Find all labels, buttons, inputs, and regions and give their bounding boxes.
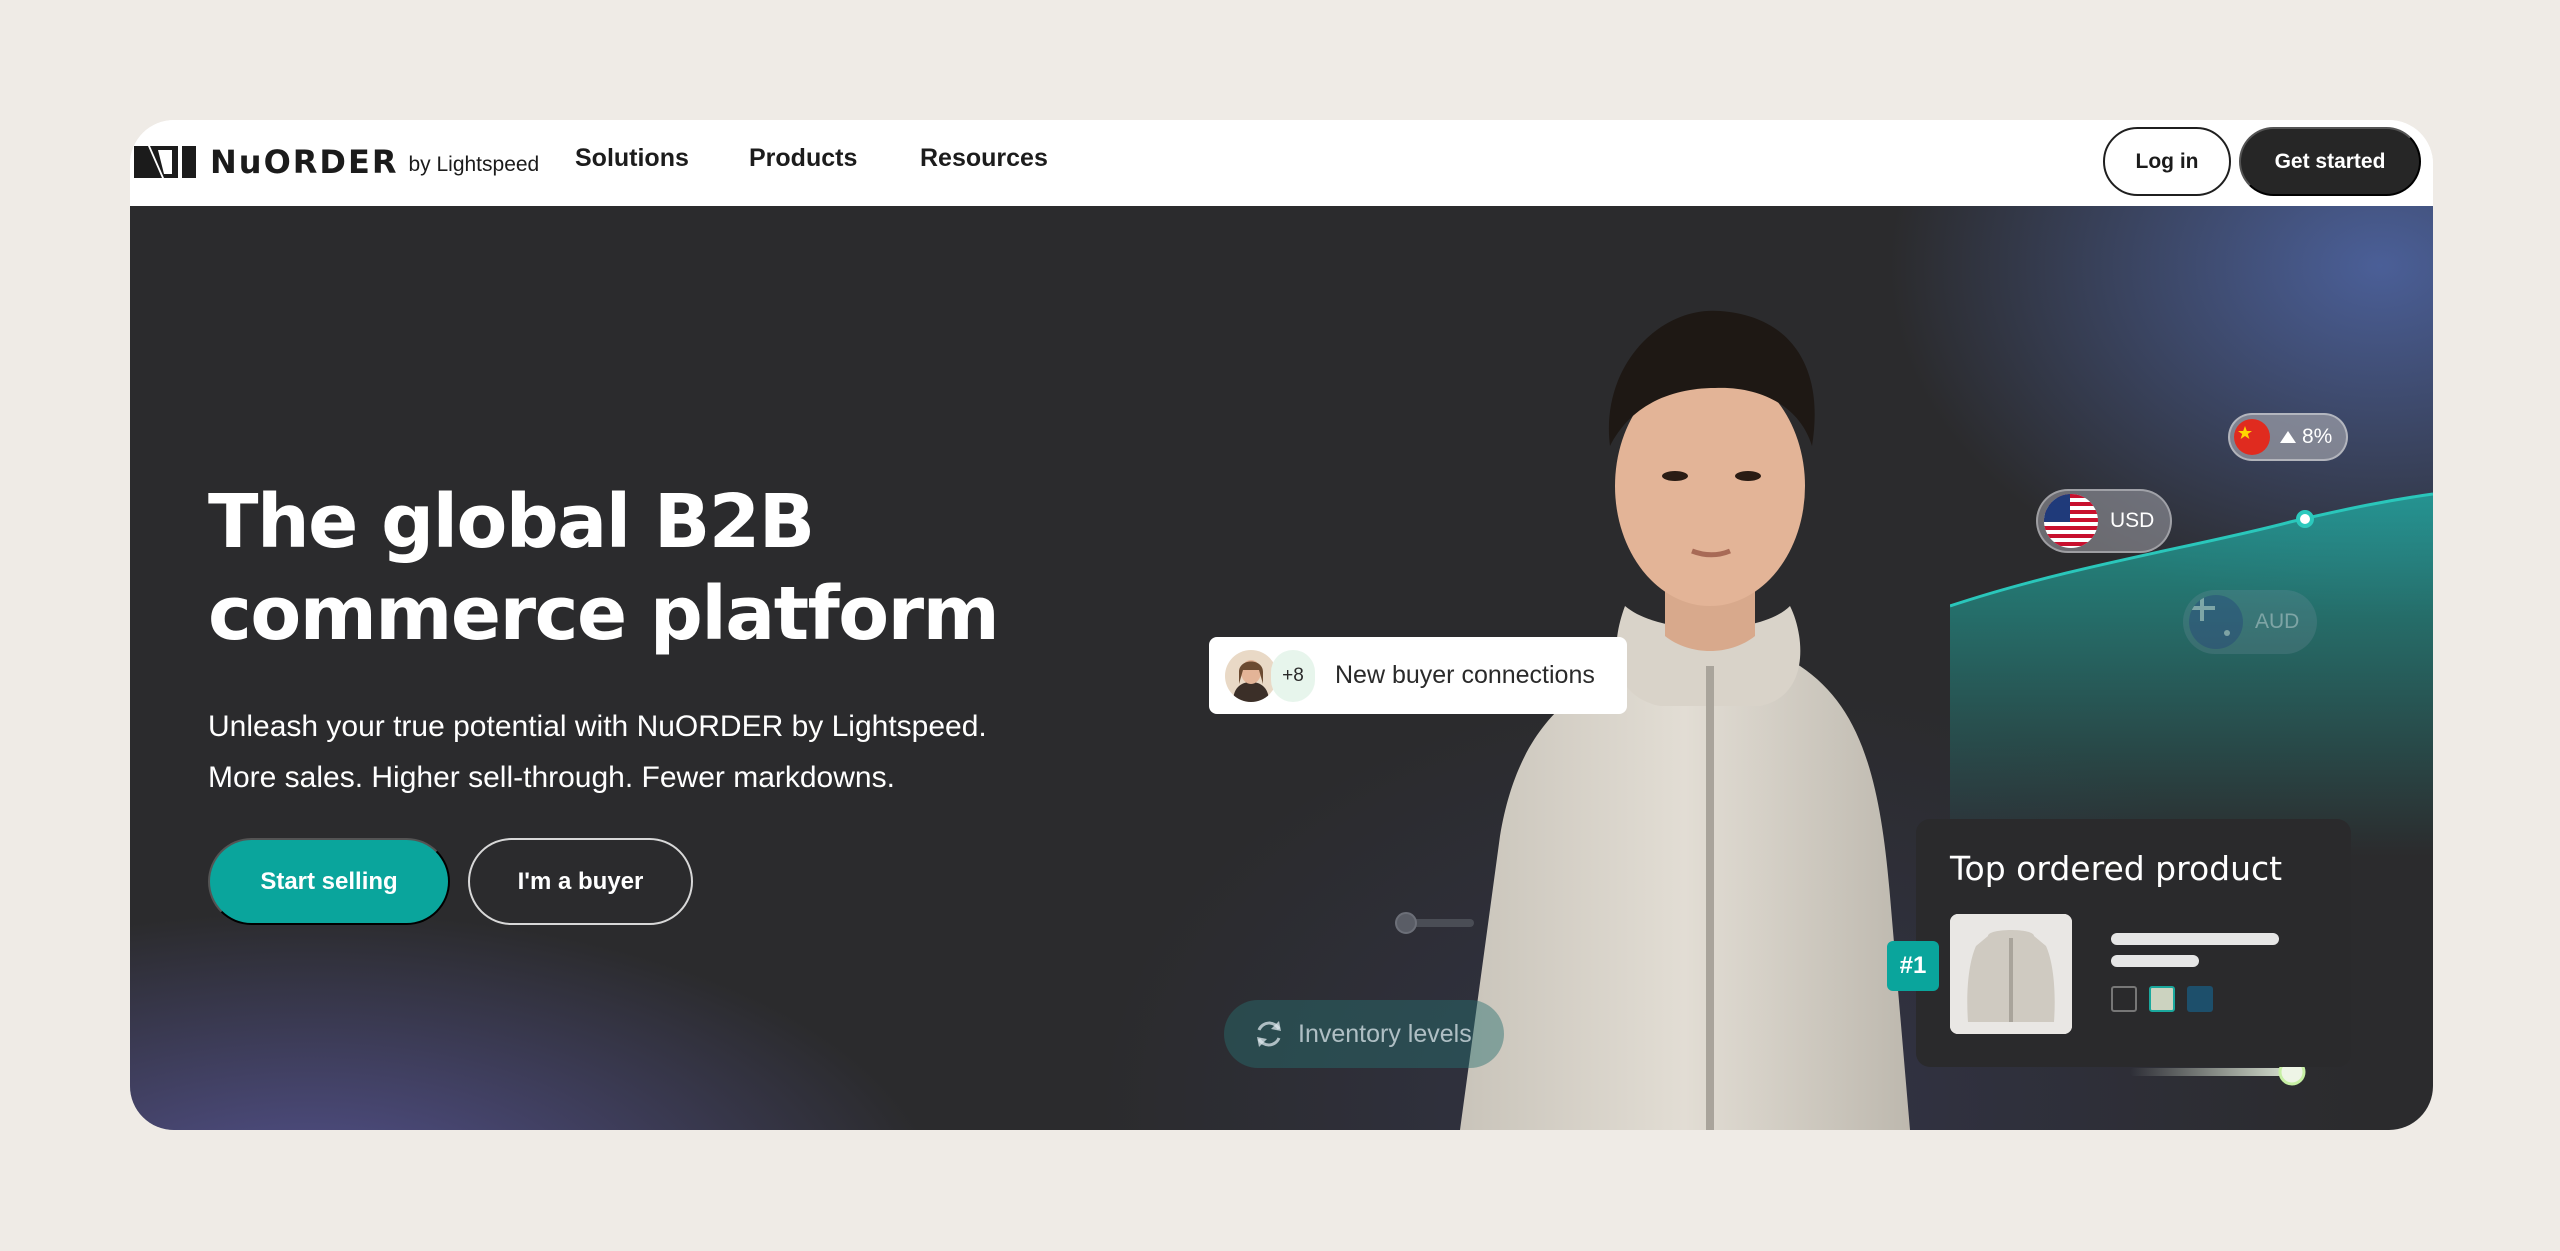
brand-logo[interactable]: NuORDER by Lightspeed (134, 140, 539, 184)
top-ordered-product-card: Top ordered product (1916, 819, 2351, 1067)
inventory-levels-pill: Inventory levels (1224, 1000, 1504, 1068)
progress-slider-left (1395, 912, 1474, 934)
get-started-button[interactable]: Get started (2239, 127, 2421, 196)
us-flag-icon (2044, 494, 2098, 548)
hero-subtitle-line2: More sales. Higher sell-through. Fewer m… (208, 761, 895, 794)
inventory-label: Inventory levels (1298, 1019, 1472, 1048)
hero-subtitle: Unleash your true potential with NuORDER… (208, 701, 1108, 803)
buyer-avatar (1225, 649, 1277, 702)
buyer-count-badge: +8 (1271, 649, 1315, 702)
im-a-buyer-button[interactable]: I'm a buyer (468, 838, 693, 925)
logo-mark-icon (134, 146, 196, 178)
buyer-connections-label: New buyer connections (1335, 661, 1595, 689)
brand-name: NuORDER (210, 143, 399, 181)
color-swatch-sage[interactable] (2149, 986, 2175, 1012)
australia-flag-icon (2189, 595, 2243, 649)
hero-section: The global B2B commerce platform Unleash… (130, 206, 2433, 1130)
aud-label: AUD (2255, 610, 2300, 633)
hero-subtitle-line1: Unleash your true potential with NuORDER… (208, 710, 987, 743)
login-button[interactable]: Log in (2103, 127, 2231, 196)
rank-badge: #1 (1887, 941, 1939, 991)
usd-currency-chip: USD (2036, 489, 2172, 553)
up-arrow-icon (2280, 431, 2296, 443)
brand-suffix: by Lightspeed (408, 153, 540, 176)
nav-solutions[interactable]: Solutions (575, 144, 689, 173)
landing-frame: NuORDER by Lightspeed Solutions Products… (130, 120, 2433, 1130)
chart-point (2296, 510, 2314, 528)
nav-resources[interactable]: Resources (920, 144, 1048, 173)
refresh-icon (1257, 1021, 1281, 1047)
hero-title-line2: commerce platform (208, 571, 1000, 657)
china-change-chip: 8% (2228, 413, 2348, 461)
usd-label: USD (2110, 509, 2155, 532)
hero-title: The global B2B commerce platform (208, 476, 1108, 660)
nav-products[interactable]: Products (749, 144, 857, 173)
china-change-value: 8% (2302, 425, 2333, 448)
product-thumbnail (1950, 914, 2072, 1034)
product-name-placeholder (2111, 933, 2279, 945)
hero-title-line1: The global B2B (208, 479, 815, 565)
color-swatch-navy[interactable] (2187, 986, 2213, 1012)
top-nav: NuORDER by Lightspeed Solutions Products… (130, 120, 2433, 206)
top-product-title: Top ordered product (1950, 849, 2283, 888)
china-flag-icon (2234, 419, 2270, 455)
product-detail-placeholder (2111, 955, 2199, 967)
start-selling-button[interactable]: Start selling (208, 838, 450, 925)
chart-wave-decoration (1950, 492, 2433, 856)
buyer-connections-card: +8 New buyer connections (1209, 637, 1627, 714)
color-swatch-black[interactable] (2111, 986, 2137, 1012)
aud-currency-chip: AUD (2183, 590, 2317, 654)
